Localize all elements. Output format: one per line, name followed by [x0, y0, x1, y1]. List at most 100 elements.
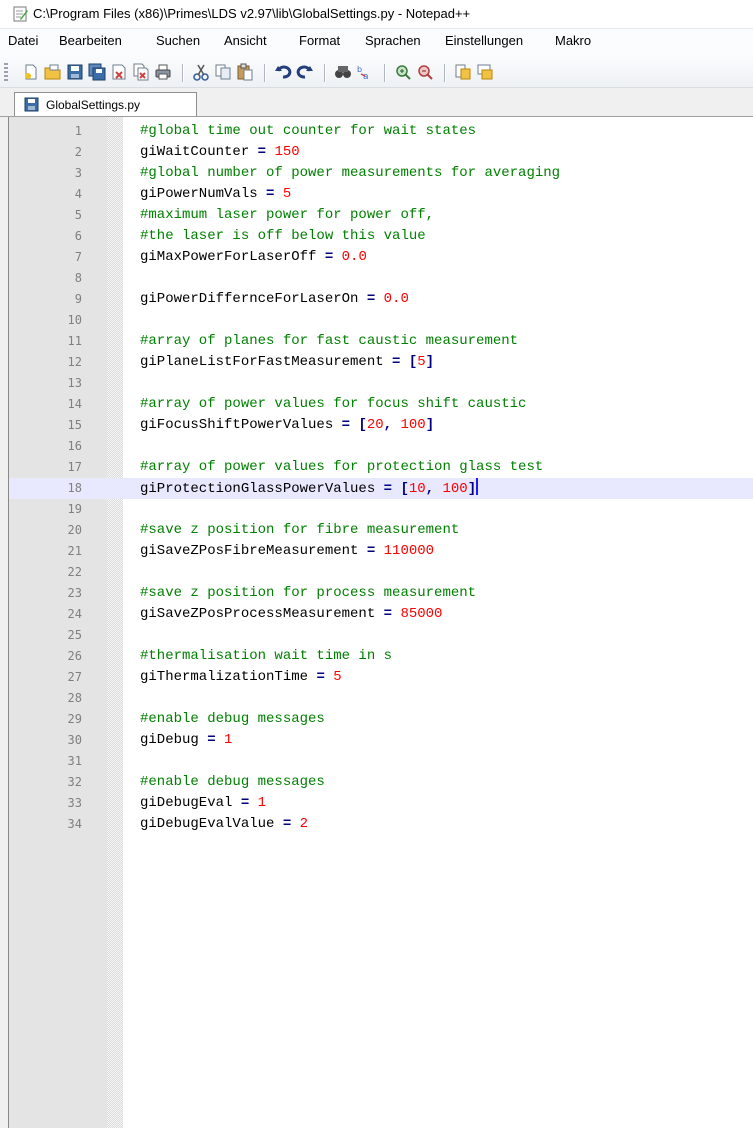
code-line[interactable]: 34 giDebugEvalValue = 2 [9, 814, 753, 835]
code-line[interactable]: 6 #the laser is off below this value [9, 226, 753, 247]
code-line[interactable]: 24 giSaveZPosProcessMeasurement = 85000 [9, 604, 753, 625]
code-line[interactable]: 29 #enable debug messages [9, 709, 753, 730]
close-all-icon[interactable] [132, 63, 150, 81]
title-bar: C:\Program Files (x86)\Primes\LDS v2.97\… [0, 0, 753, 28]
code-line[interactable]: 10 [9, 310, 753, 331]
code-line[interactable]: 1 #global time out counter for wait state… [9, 121, 753, 142]
code-line[interactable]: 17 #array of power values for protection … [9, 457, 753, 478]
code-line[interactable]: 19 [9, 499, 753, 520]
code-text[interactable]: giFocusShiftPowerValues = [20, 100] [140, 415, 434, 436]
cut-icon[interactable] [192, 63, 210, 81]
zoom-out-icon[interactable] [416, 63, 434, 81]
menu-bearbeiten[interactable]: Bearbeiten [59, 33, 122, 48]
code-text[interactable]: giMaxPowerForLaserOff = 0.0 [140, 247, 367, 268]
line-number: 2 [74, 145, 82, 159]
code-text[interactable]: #save z position for fibre measurement [140, 520, 459, 541]
toolbar-grip[interactable] [4, 63, 8, 83]
code-text[interactable]: giThermalizationTime = 5 [140, 667, 342, 688]
code-line[interactable]: 30 giDebug = 1 [9, 730, 753, 751]
open-file-icon[interactable] [44, 63, 62, 81]
code-line[interactable]: 28 [9, 688, 753, 709]
code-text[interactable]: #array of power values for protection gl… [140, 457, 543, 478]
sync-horizontal-icon[interactable] [476, 63, 494, 81]
code-line[interactable]: 32 #enable debug messages [9, 772, 753, 793]
menu-sprachen[interactable]: Sprachen [365, 33, 421, 48]
code-line[interactable]: 14 #array of power values for focus shift… [9, 394, 753, 415]
code-text[interactable]: giSaveZPosProcessMeasurement = 85000 [140, 604, 442, 625]
identifier-token: giSaveZPosFibreMeasurement [140, 543, 367, 559]
code-line[interactable]: 23 #save z position for process measureme… [9, 583, 753, 604]
code-line[interactable]: 2 giWaitCounter = 150 [9, 142, 753, 163]
code-line[interactable]: 8 [9, 268, 753, 289]
code-text[interactable]: giSaveZPosFibreMeasurement = 110000 [140, 541, 434, 562]
code-text[interactable]: #global time out counter for wait states [140, 121, 476, 142]
menu-bar: Datei Bearbeiten Suchen Ansicht Format S… [0, 28, 753, 56]
code-text[interactable]: giWaitCounter = 150 [140, 142, 300, 163]
code-text[interactable]: giPowerDiffernceForLaserOn = 0.0 [140, 289, 409, 310]
code-text[interactable]: #array of planes for fast caustic measur… [140, 331, 518, 352]
operator-token: = [257, 144, 267, 160]
code-text[interactable]: giProtectionGlassPowerValues = [10, 100] [140, 478, 479, 500]
code-text[interactable]: #array of power values for focus shift c… [140, 394, 526, 415]
code-text[interactable]: giPlaneListForFastMeasurement = [5] [140, 352, 434, 373]
code-line[interactable]: 5 #maximum laser power for power off, [9, 205, 753, 226]
code-line[interactable]: 7 giMaxPowerForLaserOff = 0.0 [9, 247, 753, 268]
print-icon[interactable] [154, 63, 172, 81]
tab-globalsettings[interactable]: GlobalSettings.py [14, 92, 197, 116]
operator-token: ] [467, 481, 477, 497]
line-number: 18 [67, 481, 82, 495]
text-cursor [476, 478, 479, 495]
comment-token: #maximum laser power for power off, [140, 207, 435, 223]
code-text[interactable]: #enable debug messages [140, 709, 325, 730]
save-icon[interactable] [66, 63, 84, 81]
code-editor[interactable]: 1 #global time out counter for wait state… [8, 117, 753, 1128]
code-text[interactable]: #global number of power measurements for… [140, 163, 560, 184]
code-line[interactable]: 18 giProtectionGlassPowerValues = [10, 10… [9, 478, 753, 499]
copy-icon[interactable] [214, 63, 232, 81]
code-text[interactable]: giDebugEvalValue = 2 [140, 814, 308, 835]
comment-token: #save z position for fibre measurement [140, 522, 460, 538]
zoom-in-icon[interactable] [394, 63, 412, 81]
code-line[interactable]: 15 giFocusShiftPowerValues = [20, 100] [9, 415, 753, 436]
menu-makro[interactable]: Makro [555, 33, 591, 48]
menu-datei[interactable]: Datei [8, 33, 38, 48]
code-line[interactable]: 4 giPowerNumVals = 5 [9, 184, 753, 205]
menu-suchen[interactable]: Suchen [156, 33, 200, 48]
code-text[interactable]: giPowerNumVals = 5 [140, 184, 291, 205]
code-line[interactable]: 25 [9, 625, 753, 646]
menu-format[interactable]: Format [299, 33, 340, 48]
number-literal: 100 [442, 481, 468, 497]
menu-einstellungen[interactable]: Einstellungen [445, 33, 523, 48]
find-icon[interactable] [334, 63, 352, 81]
code-text[interactable]: #thermalisation wait time in s [140, 646, 392, 667]
code-line[interactable]: 22 [9, 562, 753, 583]
code-line[interactable]: 11 #array of planes for fast caustic meas… [9, 331, 753, 352]
replace-icon[interactable]: ba [356, 63, 374, 81]
code-text[interactable]: giDebug = 1 [140, 730, 232, 751]
code-line[interactable]: 27 giThermalizationTime = 5 [9, 667, 753, 688]
code-line[interactable]: 9 giPowerDiffernceForLaserOn = 0.0 [9, 289, 753, 310]
code-line[interactable]: 20 #save z position for fibre measurement [9, 520, 753, 541]
code-line[interactable]: 33 giDebugEval = 1 [9, 793, 753, 814]
code-line[interactable]: 16 [9, 436, 753, 457]
redo-icon[interactable] [296, 63, 314, 81]
new-file-icon[interactable] [22, 63, 40, 81]
code-text[interactable]: #save z position for process measurement [140, 583, 476, 604]
menu-ansicht[interactable]: Ansicht [224, 33, 267, 48]
code-line[interactable]: 13 [9, 373, 753, 394]
code-line[interactable]: 3 #global number of power measurements fo… [9, 163, 753, 184]
sync-vertical-icon[interactable] [454, 63, 472, 81]
code-line[interactable]: 26 #thermalisation wait time in s [9, 646, 753, 667]
close-icon[interactable] [110, 63, 128, 81]
undo-icon[interactable] [274, 63, 292, 81]
code-line[interactable]: 21 giSaveZPosFibreMeasurement = 110000 [9, 541, 753, 562]
paste-icon[interactable] [236, 63, 254, 81]
code-line[interactable]: 12 giPlaneListForFastMeasurement = [5] [9, 352, 753, 373]
code-text[interactable]: #the laser is off below this value [140, 226, 426, 247]
comment-token: #enable debug messages [140, 774, 325, 790]
save-all-icon[interactable] [88, 63, 106, 81]
code-text[interactable]: #maximum laser power for power off, [140, 205, 434, 226]
code-line[interactable]: 31 [9, 751, 753, 772]
code-text[interactable]: giDebugEval = 1 [140, 793, 266, 814]
code-text[interactable]: #enable debug messages [140, 772, 325, 793]
